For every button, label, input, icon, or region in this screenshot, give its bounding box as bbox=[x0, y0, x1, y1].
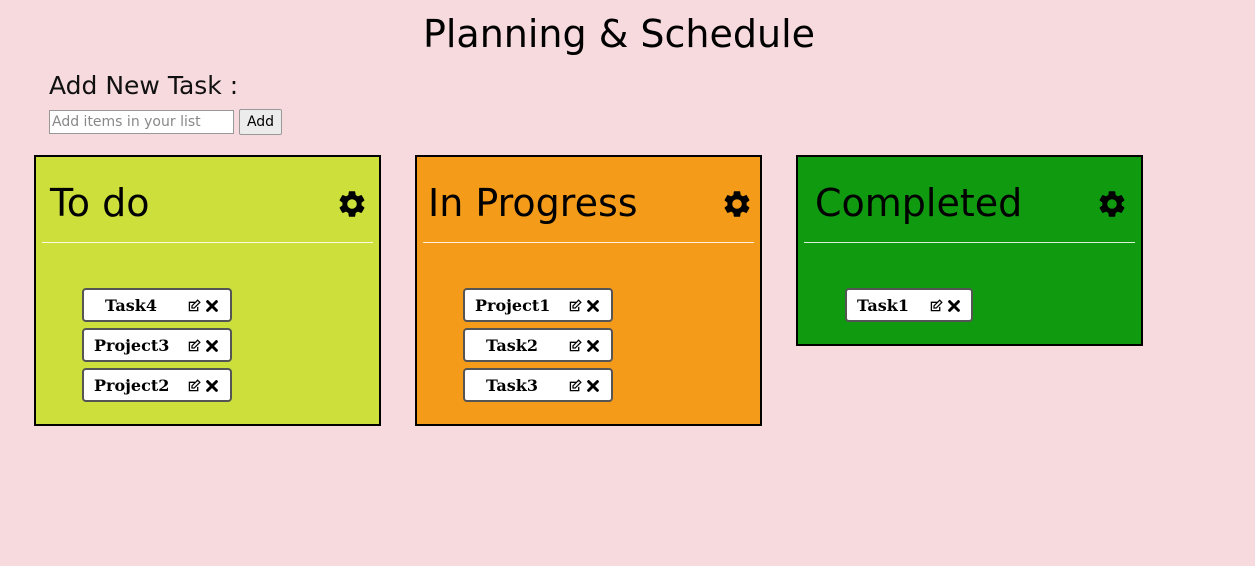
column-todo: To do Task4 Project3 Project2 bbox=[34, 155, 381, 426]
task-card[interactable]: Task4 bbox=[82, 288, 232, 322]
close-icon[interactable] bbox=[205, 299, 219, 313]
task-card[interactable]: Project3 bbox=[82, 328, 232, 362]
task-name: Task4 bbox=[105, 296, 157, 315]
task-actions bbox=[568, 379, 600, 393]
task-name: Project1 bbox=[475, 296, 551, 315]
edit-icon[interactable] bbox=[568, 299, 582, 313]
close-icon[interactable] bbox=[586, 339, 600, 353]
task-input[interactable] bbox=[49, 110, 234, 134]
column-header: Completed bbox=[798, 157, 1141, 243]
add-task-heading: Add New Task : bbox=[49, 71, 239, 100]
gear-icon[interactable] bbox=[336, 188, 368, 220]
task-name: Task3 bbox=[486, 376, 538, 395]
edit-icon[interactable] bbox=[568, 379, 582, 393]
task-name: Task2 bbox=[486, 336, 538, 355]
column-completed: Completed Task1 bbox=[796, 155, 1143, 346]
column-divider bbox=[423, 242, 754, 243]
page-title: Planning & Schedule bbox=[422, 12, 816, 56]
close-icon[interactable] bbox=[205, 339, 219, 353]
edit-icon[interactable] bbox=[187, 339, 201, 353]
task-card[interactable]: Task3 bbox=[463, 368, 613, 402]
column-divider bbox=[804, 242, 1135, 243]
column-title: To do bbox=[50, 181, 150, 225]
edit-icon[interactable] bbox=[929, 299, 943, 313]
task-list: Task1 bbox=[845, 288, 973, 322]
task-name: Project2 bbox=[94, 376, 170, 395]
column-in-progress: In Progress Project1 Task2 Task3 bbox=[415, 155, 762, 426]
column-header: To do bbox=[36, 157, 379, 243]
column-header: In Progress bbox=[417, 157, 760, 243]
task-actions bbox=[568, 299, 600, 313]
close-icon[interactable] bbox=[586, 299, 600, 313]
edit-icon[interactable] bbox=[568, 339, 582, 353]
task-card[interactable]: Project2 bbox=[82, 368, 232, 402]
task-actions bbox=[568, 339, 600, 353]
close-icon[interactable] bbox=[586, 379, 600, 393]
close-icon[interactable] bbox=[947, 299, 961, 313]
add-button[interactable]: Add bbox=[239, 109, 282, 135]
task-actions bbox=[187, 379, 219, 393]
task-actions bbox=[929, 299, 961, 313]
close-icon[interactable] bbox=[205, 379, 219, 393]
column-divider bbox=[42, 242, 373, 243]
task-card[interactable]: Project1 bbox=[463, 288, 613, 322]
gear-icon[interactable] bbox=[1096, 188, 1128, 220]
edit-icon[interactable] bbox=[187, 379, 201, 393]
task-card[interactable]: Task1 bbox=[845, 288, 973, 322]
task-actions bbox=[187, 299, 219, 313]
task-name: Project3 bbox=[94, 336, 170, 355]
task-list: Project1 Task2 Task3 bbox=[463, 288, 613, 402]
edit-icon[interactable] bbox=[187, 299, 201, 313]
gear-icon[interactable] bbox=[721, 188, 753, 220]
task-list: Task4 Project3 Project2 bbox=[82, 288, 232, 402]
column-title: In Progress bbox=[428, 181, 638, 225]
add-task-form: Add bbox=[49, 109, 282, 135]
task-actions bbox=[187, 339, 219, 353]
task-card[interactable]: Task2 bbox=[463, 328, 613, 362]
task-name: Task1 bbox=[857, 296, 909, 315]
column-title: Completed bbox=[815, 181, 1023, 225]
